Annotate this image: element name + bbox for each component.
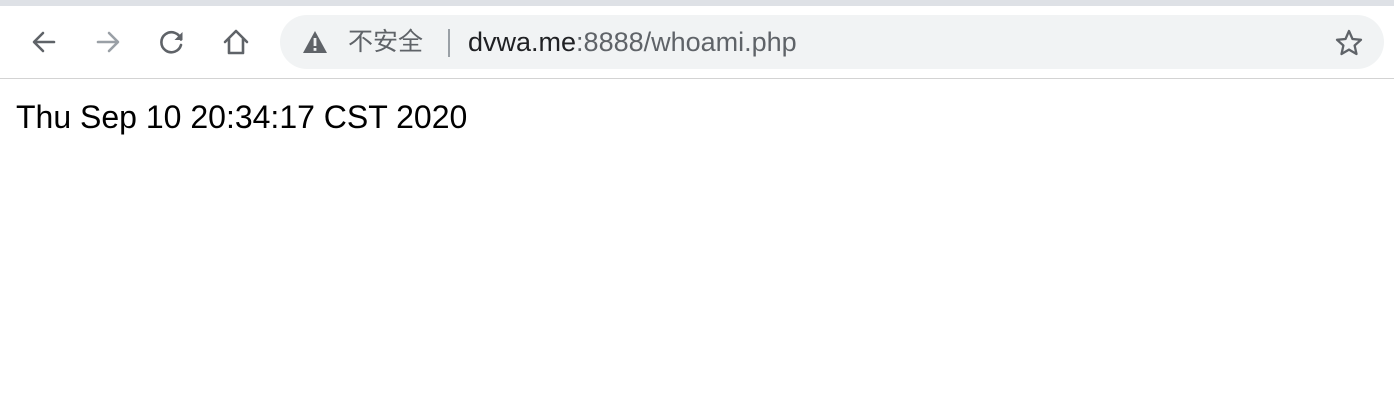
omnibox-divider [448,29,450,57]
home-button[interactable] [218,24,254,60]
url-text[interactable]: dvwa.me:8888/whoami.php [468,15,797,69]
home-icon [221,27,251,57]
forward-button[interactable] [90,24,126,60]
url-host: dvwa.me [468,27,577,57]
address-bar[interactable]: 不安全 dvwa.me:8888/whoami.php [280,15,1384,69]
arrow-right-icon [93,27,123,57]
star-outline-icon[interactable] [1334,28,1364,58]
date-output-text: Thu Sep 10 20:34:17 CST 2020 [16,99,468,135]
browser-window: 不安全 dvwa.me:8888/whoami.php Thu Sep 10 2… [0,0,1394,400]
reload-button[interactable] [154,24,190,60]
warning-triangle-icon[interactable] [302,30,328,54]
reload-icon [157,27,187,57]
security-status-label[interactable]: 不安全 [348,15,423,69]
arrow-left-icon [29,27,59,57]
browser-toolbar: 不安全 dvwa.me:8888/whoami.php [0,6,1394,79]
page-content: Thu Sep 10 20:34:17 CST 2020 [0,79,1394,400]
url-path: :8888/whoami.php [576,27,797,57]
back-button[interactable] [26,24,62,60]
